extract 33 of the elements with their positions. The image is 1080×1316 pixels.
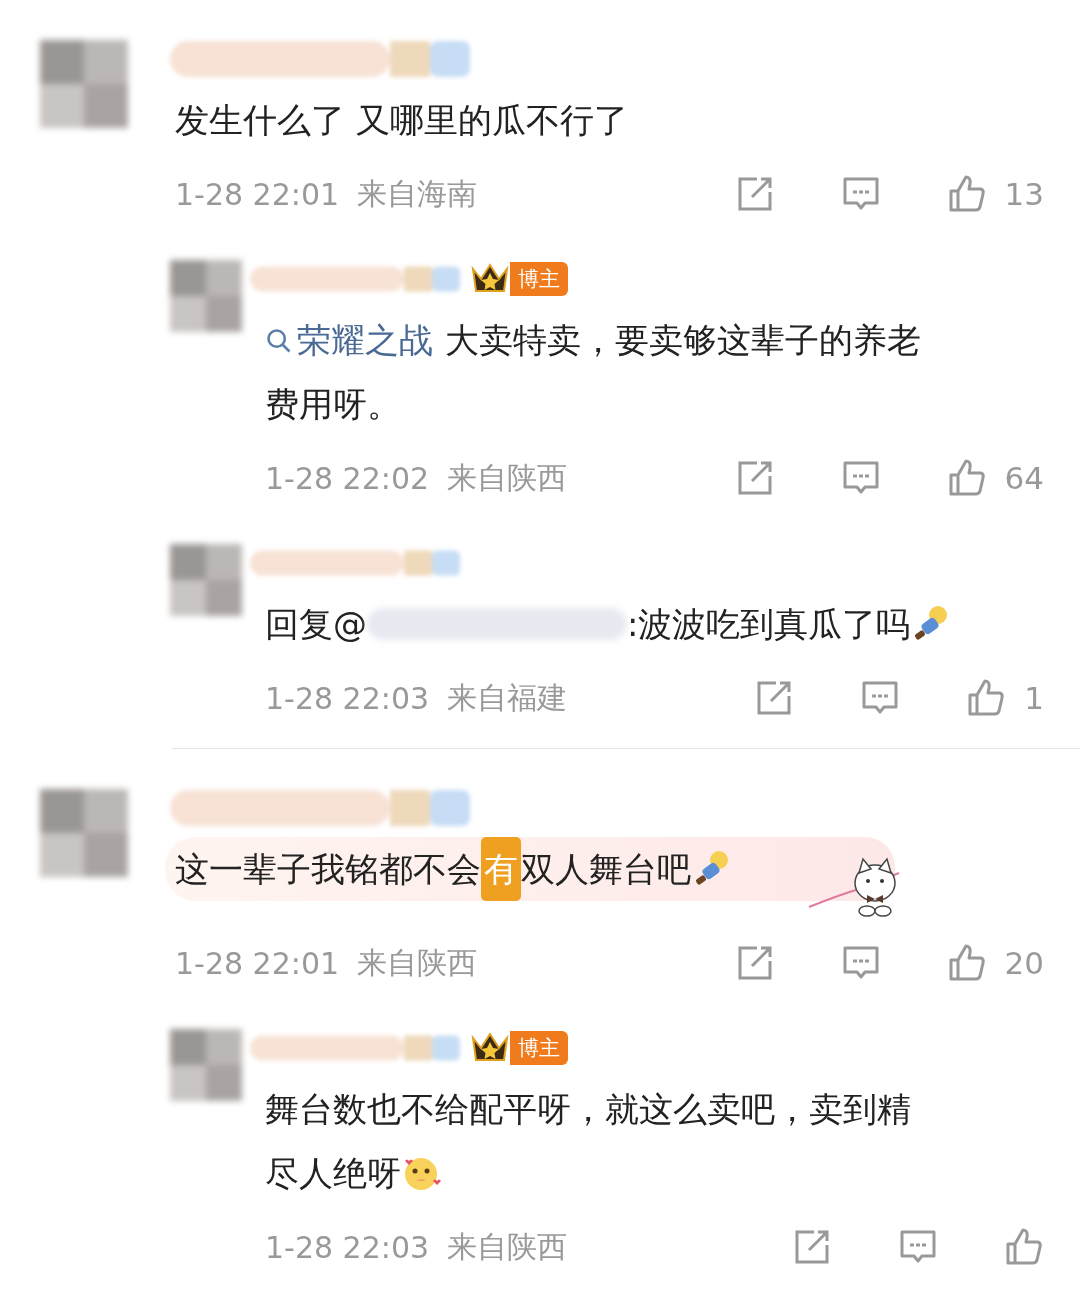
highlighted-word: 有 xyxy=(481,837,521,901)
comment-text: 发生什么了 又哪里的瓜不行了 xyxy=(175,99,628,142)
like-icon[interactable] xyxy=(966,678,1007,718)
blurred-avatar xyxy=(170,260,242,332)
comment-text: 回复@ xyxy=(265,603,367,646)
like-count: 64 xyxy=(1004,460,1044,496)
comment-text: 双人舞台吧 xyxy=(521,848,691,891)
comment-location: 来自陕西 xyxy=(447,1227,568,1266)
topic-link[interactable]: 荣耀之战 xyxy=(265,308,433,372)
like-count: 13 xyxy=(1004,176,1044,212)
comment-time: 1-28 22:01 xyxy=(175,945,340,981)
blurred-avatar xyxy=(170,544,242,616)
like-count: 20 xyxy=(1004,945,1044,981)
comment-text: 舞台数也不给配平呀，就这么卖吧，卖到精 xyxy=(265,1088,911,1131)
comment-location: 来自陕西 xyxy=(447,458,568,497)
comment-text: 大卖特卖，要卖够这辈子的养老 xyxy=(445,319,921,362)
comment-text: :波波吃到真瓜了吗 xyxy=(627,603,911,646)
comment-time: 1-28 22:03 xyxy=(265,680,430,716)
blurred-avatar xyxy=(170,1029,242,1101)
like-count: 1 xyxy=(1024,680,1044,716)
comment-text: 尽人绝呀 xyxy=(265,1152,401,1195)
comment-time: 1-28 22:01 xyxy=(175,176,340,212)
comment-time: 1-28 22:02 xyxy=(265,460,430,496)
comment-location: 来自福建 xyxy=(447,678,568,717)
like-icon[interactable] xyxy=(1004,1227,1044,1267)
blogger-badge: 博主 xyxy=(510,1031,568,1065)
comment-text: 费用呀。 xyxy=(265,383,401,426)
comment-location: 来自海南 xyxy=(357,174,478,213)
search-icon xyxy=(265,327,293,355)
blogger-badge: 博主 xyxy=(510,262,568,296)
comment-text: 这一辈子我铭都不会 xyxy=(175,848,481,891)
comment-location: 来自陕西 xyxy=(357,943,478,982)
comment-time: 1-28 22:03 xyxy=(265,1229,430,1265)
